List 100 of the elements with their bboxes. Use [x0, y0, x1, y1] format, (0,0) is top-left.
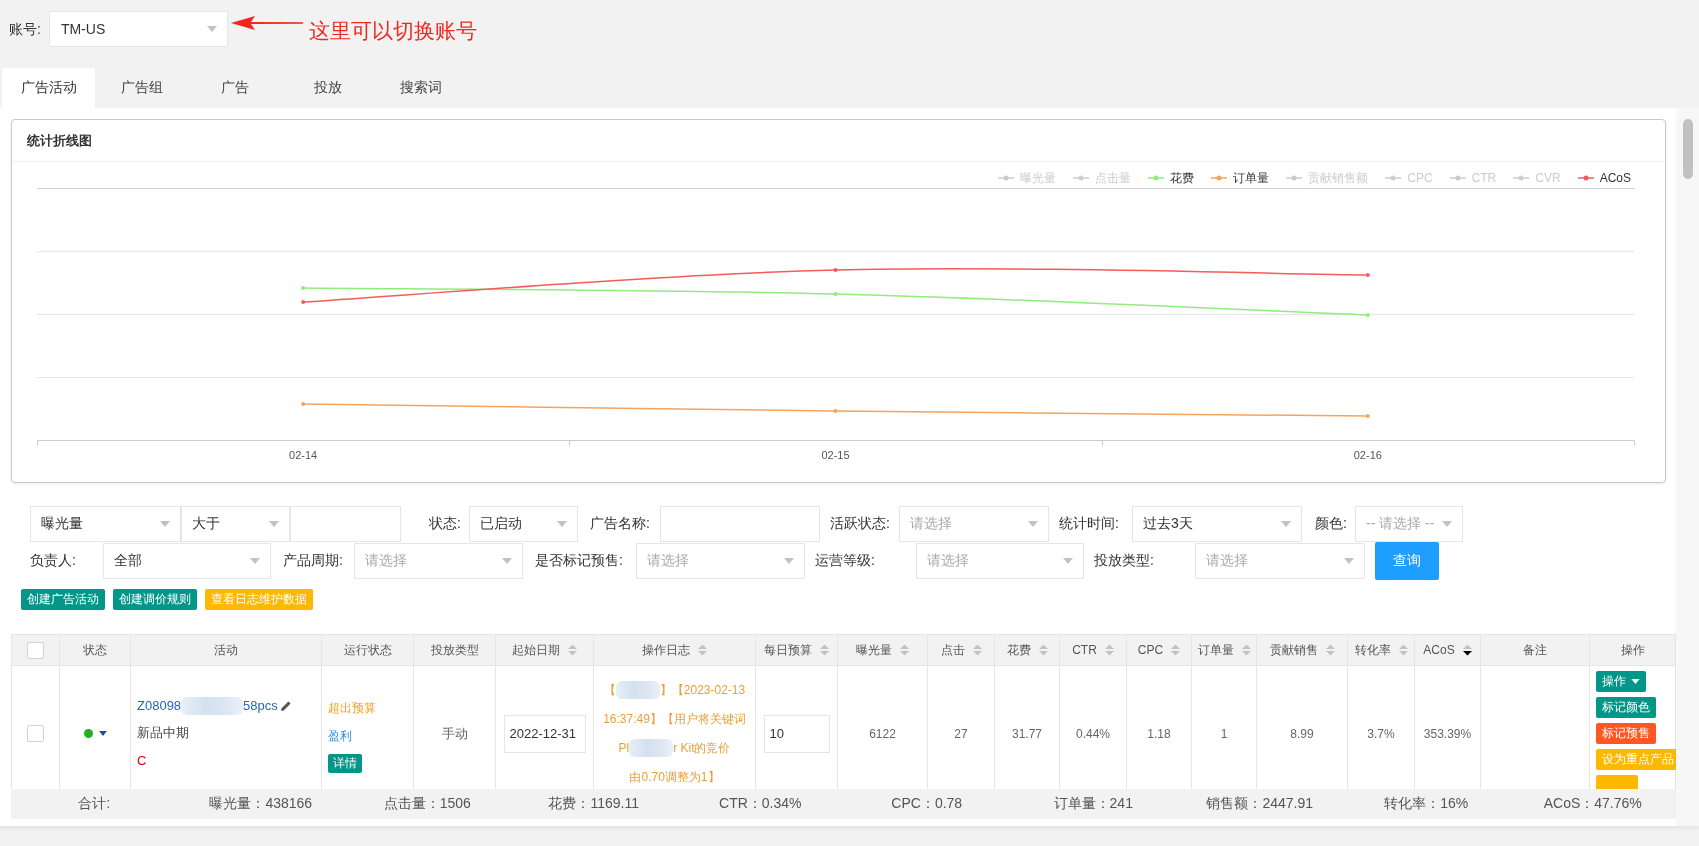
caret-icon	[1063, 558, 1073, 564]
pencil-icon[interactable]	[279, 699, 292, 712]
dropdown[interactable]: -- 请选择 --	[1355, 505, 1463, 542]
grade-text: C	[137, 752, 147, 770]
text-input[interactable]	[660, 505, 820, 542]
legend-line-icon	[1449, 175, 1466, 181]
tab[interactable]: 搜索词	[374, 68, 467, 108]
scrollbar-thumb[interactable]	[1683, 119, 1693, 179]
summary-text: 花费：1169.11	[548, 795, 639, 813]
row-action-button[interactable]: 标记预售	[1596, 723, 1656, 744]
dropdown[interactable]: 请选择	[1195, 543, 1365, 579]
column-header: 每日预算	[764, 641, 812, 659]
caret-icon[interactable]	[98, 731, 107, 736]
summary-text: 点击量：1506	[383, 795, 471, 813]
column-header: 花费	[1006, 641, 1031, 659]
dropdown[interactable]: 大于	[181, 505, 290, 542]
filter-label: 运营等级:	[815, 552, 875, 570]
campaign-link[interactable]: 58pcs	[243, 692, 278, 719]
column-header: 点击	[940, 641, 965, 659]
data-point	[833, 409, 838, 413]
cpc-value: 1.18	[1147, 726, 1171, 741]
annotation-text: 这里可以切换账号	[308, 18, 477, 44]
filter-label: 投放类型:	[1094, 552, 1154, 570]
data-point	[833, 292, 838, 296]
budget-input[interactable]: 10	[763, 714, 830, 753]
legend-line-icon	[998, 175, 1015, 181]
run-status-text: 盈利	[328, 728, 352, 745]
dropdown[interactable]: 请选择	[354, 543, 523, 579]
row-action-button[interactable]: 标记颜色	[1596, 697, 1656, 718]
summary-text: ACoS：47.76%	[1543, 795, 1642, 813]
summary-text: 销售额：2447.91	[1206, 795, 1314, 813]
date-input[interactable]: 2022-12-31	[503, 714, 586, 753]
caret-icon	[1028, 520, 1038, 527]
dropdown[interactable]: 请选择	[916, 543, 1084, 579]
column-header: 订单量	[1197, 641, 1234, 659]
query-button[interactable]: 查询	[1375, 542, 1439, 580]
filter-label: 是否标记预售:	[535, 552, 623, 570]
caret-icon	[784, 558, 794, 564]
tab[interactable]: 投放	[281, 68, 374, 108]
axis-label: 02-15	[821, 448, 850, 461]
column-header: 转化率	[1354, 641, 1391, 659]
axis-label: 02-16	[1353, 448, 1382, 461]
checkbox[interactable]	[27, 641, 44, 659]
dropdown[interactable]: 过去3天	[1132, 505, 1302, 542]
column-header: CTR	[1072, 643, 1097, 657]
action-button[interactable]: 创建调价规则	[113, 589, 197, 610]
sort-icon[interactable]	[1462, 644, 1472, 656]
column-header: 操作	[1620, 641, 1645, 659]
orders-value: 1	[1220, 726, 1228, 741]
column-header: 起始日期	[512, 641, 560, 659]
caret-icon	[250, 558, 260, 564]
caret-icon	[1631, 679, 1640, 684]
account-dropdown[interactable]: TM-US	[48, 11, 228, 47]
tab[interactable]: 广告组	[95, 68, 188, 108]
account-label: 账号:	[9, 20, 41, 39]
run-status-text: 超出预算	[328, 700, 376, 717]
summary-text: CTR：0.34%	[719, 795, 802, 813]
column-header: 备注	[1523, 641, 1547, 659]
column-header: 操作日志	[642, 641, 690, 659]
blur-block	[629, 739, 674, 757]
legend-item[interactable]: 订单量	[1211, 168, 1270, 188]
caret-icon	[1344, 558, 1354, 564]
action-button[interactable]: 创建广告活动	[21, 589, 105, 610]
dropdown[interactable]: 请选择	[636, 543, 805, 579]
spend-value: 31.77	[1012, 726, 1042, 741]
dropdown[interactable]: 已启动	[469, 505, 578, 542]
column-header: 运行状态	[343, 641, 392, 659]
operation-dropdown-button[interactable]: 操作	[1596, 671, 1646, 692]
blur-block	[615, 681, 660, 699]
text-input[interactable]	[290, 505, 401, 542]
data-point	[301, 300, 306, 304]
dropdown[interactable]: 全部	[103, 543, 271, 579]
filter-label: 活跃状态:	[830, 514, 890, 533]
column-header: 状态	[83, 641, 107, 659]
data-point	[1365, 273, 1370, 277]
ctr-value: 0.44%	[1076, 726, 1110, 741]
dropdown[interactable]: 请选择	[899, 505, 1049, 542]
scrollbar-track[interactable]	[1677, 108, 1699, 826]
sales-value: 8.99	[1290, 726, 1314, 741]
tab[interactable]: 广告	[188, 68, 281, 108]
acos-value: 353.39%	[1423, 726, 1472, 741]
filter-label: 广告名称:	[590, 514, 650, 533]
axis-label: 02-14	[289, 448, 318, 461]
caret-icon	[557, 520, 567, 527]
legend-item[interactable]: ACoS	[1577, 168, 1631, 188]
details-button[interactable]: 详情	[328, 754, 362, 773]
caret-icon	[1281, 520, 1291, 527]
column-header: CPC	[1137, 643, 1164, 657]
legend-line-icon	[1385, 175, 1402, 181]
filter-label: 颜色:	[1315, 514, 1347, 533]
blur-block	[181, 696, 244, 715]
campaign-link[interactable]: Z08098	[137, 692, 182, 719]
data-point	[301, 402, 306, 406]
dropdown[interactable]: 曝光量	[30, 505, 181, 542]
data-point	[1365, 313, 1370, 317]
checkbox[interactable]	[27, 725, 44, 742]
legend-line-icon	[1073, 175, 1090, 181]
targeting-type-text: 手动	[441, 724, 468, 743]
tab[interactable]: 广告活动	[2, 68, 95, 108]
legend-item[interactable]: 花费	[1148, 168, 1195, 188]
